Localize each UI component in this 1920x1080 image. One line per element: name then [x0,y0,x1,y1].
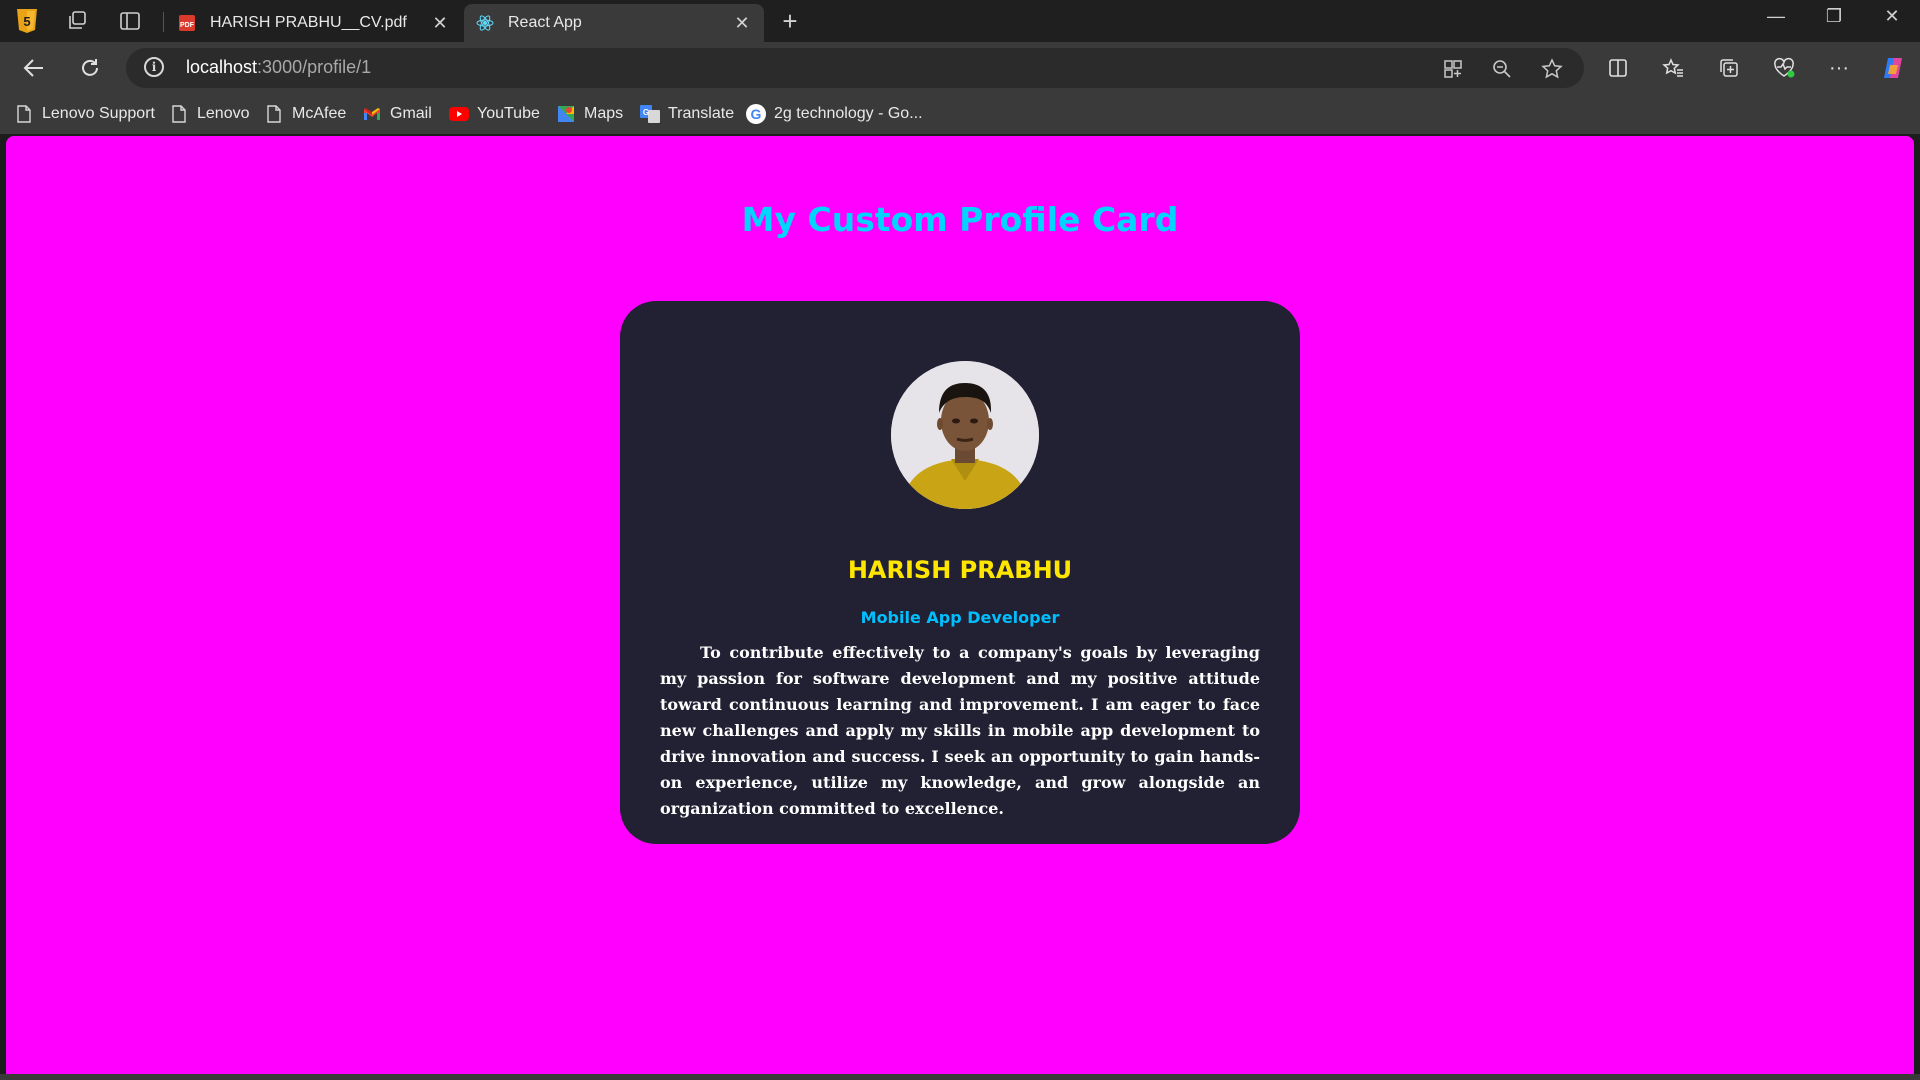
page-icon [264,104,284,124]
close-tab-icon[interactable]: ✕ [732,13,752,34]
favorites-icon[interactable] [1657,52,1689,84]
bookmark-label: Gmail [390,105,432,122]
bookmark-mcafee[interactable]: McAfee [264,103,346,125]
profile-name: HARISH PRABHU [847,556,1073,584]
restore-icon[interactable]: ❐ [1814,6,1854,27]
svg-text:PDF: PDF [180,22,195,29]
maps-icon [556,104,576,124]
bookmark-2g-technology[interactable]: G 2g technology - Go... [746,103,923,125]
browser-toolbar: i localhost:3000/profile/1 ··· [0,42,1920,94]
bookmark-label: Lenovo Support [42,105,155,122]
bookmark-label: Translate [668,105,735,122]
reload-button[interactable] [74,52,106,84]
browser-essentials-icon[interactable] [1768,52,1800,84]
url-host: localhost [186,57,258,77]
bookmark-label: McAfee [292,105,347,122]
bookmark-label: Lenovo [197,105,250,122]
copilot-icon[interactable] [1877,52,1909,84]
svg-text:G: G [751,106,762,122]
page-icon [14,104,34,124]
favorite-star-icon[interactable] [1539,56,1565,82]
google-icon: G [746,104,766,124]
svg-text:5: 5 [23,14,30,29]
page-title: My Custom Profile Card [741,200,1179,239]
profile-bio: To contribute effectively to a company's… [660,643,1260,818]
bookmark-lenovo-support[interactable]: Lenovo Support [14,103,155,125]
zoom-out-icon[interactable] [1489,56,1515,82]
bookmark-label: Maps [584,105,624,122]
split-screen-icon[interactable] [1602,52,1634,84]
tab-title: React App [508,14,582,31]
bookmark-youtube[interactable]: YouTube [449,103,540,125]
bookmarks-bar: Lenovo Support Lenovo McAfee Gmail YouTu… [0,94,1920,134]
react-icon [476,14,494,32]
close-window-icon[interactable]: ✕ [1872,6,1912,27]
gmail-icon [362,104,382,124]
more-options-icon[interactable]: ··· [1823,52,1855,84]
tab-divider [163,12,164,32]
address-bar[interactable]: i localhost:3000/profile/1 [126,48,1584,88]
tab-react-app[interactable]: React App ✕ [464,4,764,42]
page-viewport: My Custom Profile Card HARISH PRABHU Mob… [6,136,1914,1074]
site-info-icon[interactable]: i [144,57,164,77]
html5-profile-icon[interactable]: 5 [14,8,40,34]
profile-photo [891,361,1039,509]
svg-text:G: G [643,108,649,117]
bookmark-translate[interactable]: G Translate [640,103,734,125]
bookmark-gmail[interactable]: Gmail [362,103,432,125]
new-tab-button[interactable]: + [776,8,804,34]
bookmark-maps[interactable]: Maps [556,103,623,125]
profile-card: HARISH PRABHU Mobile App Developer To co… [620,301,1300,844]
pdf-icon: PDF [178,14,196,32]
window-bottom-edge [0,1074,1920,1080]
close-tab-icon[interactable]: ✕ [430,13,450,34]
workspaces-icon[interactable] [64,8,90,34]
page-icon [169,104,189,124]
browser-tab-bar: 5 PDF HARISH PRABHU__CV.pdf ✕ React App … [0,0,1920,42]
vertical-tabs-icon[interactable] [117,8,143,34]
app-available-icon[interactable] [1440,56,1466,82]
profile-role: Mobile App Developer [860,608,1060,627]
back-button[interactable] [18,52,50,84]
url-text[interactable]: localhost:3000/profile/1 [186,57,371,78]
minimize-icon[interactable]: — [1756,6,1796,27]
bookmark-lenovo[interactable]: Lenovo [169,103,250,125]
tab-title: HARISH PRABHU__CV.pdf [210,14,407,31]
tab-cv-pdf[interactable]: PDF HARISH PRABHU__CV.pdf ✕ [166,4,462,42]
translate-icon: G [640,104,660,124]
bookmark-label: YouTube [477,105,540,122]
youtube-icon [449,104,469,124]
collections-icon[interactable] [1713,52,1745,84]
url-path: :3000/profile/1 [257,57,372,77]
bookmark-label: 2g technology - Go... [774,105,923,122]
